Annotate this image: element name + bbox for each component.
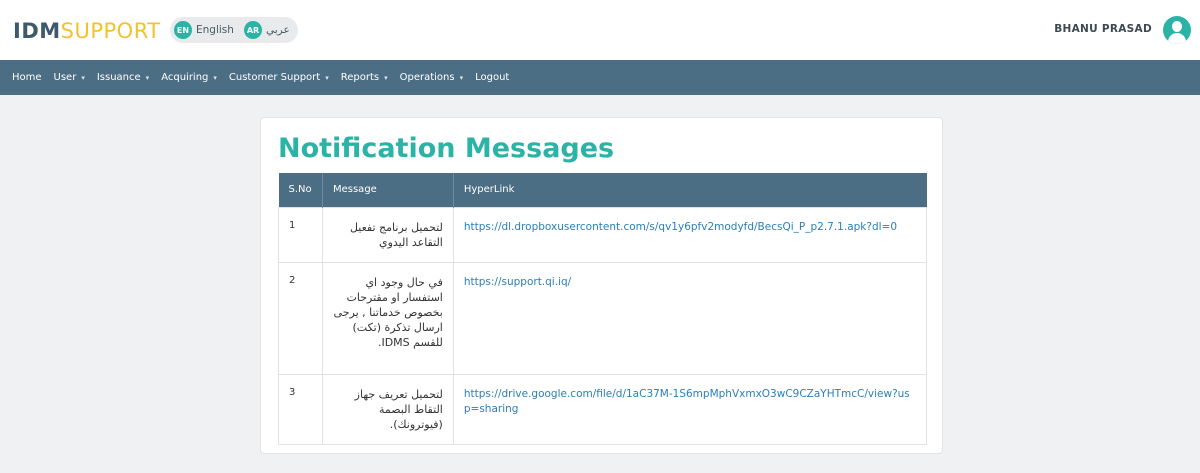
cell-hyperlink: https://support.qi.iq/ — [452, 261, 928, 375]
arabic-label: عربي — [266, 24, 290, 36]
chevron-down-icon: ▾ — [213, 73, 217, 82]
nav-item-operations[interactable]: Operations ▾ — [400, 72, 464, 83]
en-badge: EN — [174, 21, 192, 39]
column-header-sno[interactable]: S.No — [278, 173, 323, 207]
avatar-head — [1172, 21, 1182, 32]
hyperlink[interactable]: https://drive.google.com/file/d/1aC37M-1… — [464, 388, 910, 415]
logo-bold-text: IDM — [13, 19, 61, 43]
ar-badge: AR — [244, 21, 262, 39]
chevron-down-icon: ▾ — [145, 73, 150, 82]
avatar-body — [1168, 33, 1186, 44]
table-row: 1 لتحميل برنامج تفعيل التقاعد اليدوي htt… — [278, 206, 928, 263]
hyperlink[interactable]: https://dl.dropboxusercontent.com/s/qv1y… — [464, 221, 897, 233]
chevron-down-icon: ▾ — [325, 73, 329, 82]
language-option-english[interactable]: EN English — [174, 20, 234, 40]
nav-item-home[interactable]: Home — [12, 72, 42, 83]
chevron-down-icon: ▾ — [81, 73, 85, 82]
nav-item-customer-support[interactable]: Customer Support ▾ — [229, 72, 329, 83]
nav-item-user[interactable]: User ▾ — [54, 72, 85, 83]
nav-item-label: Acquiring — [161, 72, 209, 83]
cell-sno: 3 — [278, 373, 323, 445]
column-header-hyperlink[interactable]: HyperLink — [453, 173, 927, 207]
language-option-arabic[interactable]: AR عربي — [244, 20, 290, 40]
table-header-row: S.No Message HyperLink — [278, 173, 927, 207]
language-switcher: EN English AR عربي — [170, 17, 298, 43]
cell-sno: 2 — [278, 261, 323, 375]
nav-item-label: Issuance — [96, 72, 141, 83]
chevron-down-icon: ▾ — [459, 73, 464, 82]
app-logo[interactable]: IDMSUPPORT — [13, 19, 161, 43]
chevron-down-icon: ▾ — [384, 73, 388, 82]
cell-message: في حال وجود اي استفسار او مقترحات بخصوص … — [321, 261, 454, 375]
column-header-message[interactable]: Message — [322, 173, 454, 207]
cell-hyperlink: https://dl.dropboxusercontent.com/s/qv1y… — [452, 206, 928, 263]
english-label: English — [196, 24, 234, 36]
top-header: IDMSUPPORT EN English AR عربي BHANU PRAS… — [0, 0, 1200, 60]
nav-item-label: Operations — [399, 72, 455, 83]
hyperlink[interactable]: https://support.qi.iq/ — [464, 276, 571, 288]
logo-light-text: SUPPORT — [60, 19, 161, 43]
main-nav: Home User ▾ Issuance ▾ Acquiring ▾ Customer Sup… — [0, 60, 1200, 95]
cell-message: لتحميل تعريف جهاز التقاط البصمة (فيوترون… — [321, 373, 454, 445]
table-row: 2 في حال وجود اي استفسار او مقترحات بخصو… — [278, 261, 928, 375]
user-avatar-icon[interactable] — [1163, 16, 1191, 44]
user-name[interactable]: BHANU PRASAD — [1054, 23, 1152, 35]
nav-item-reports[interactable]: Reports ▾ — [341, 72, 388, 83]
nav-item-logout[interactable]: Logout — [475, 72, 509, 83]
nav-item-acquiring[interactable]: Acquiring ▾ — [161, 72, 217, 83]
nav-item-label: Reports — [340, 72, 380, 83]
cell-hyperlink: https://drive.google.com/file/d/1aC37M-1… — [452, 373, 928, 445]
cell-sno: 1 — [278, 206, 323, 263]
notifications-table: S.No Message HyperLink 1 لتحميل برنامج ت… — [278, 173, 928, 445]
nav-item-label: Customer Support — [228, 72, 321, 83]
table-row: 3 لتحميل تعريف جهاز التقاط البصمة (فيوتر… — [278, 373, 928, 445]
nav-item-label: User — [53, 72, 77, 83]
notification-card: Notification Messages S.No Message Hyper… — [260, 117, 943, 454]
nav-item-issuance[interactable]: Issuance ▾ — [97, 72, 149, 83]
cell-message: لتحميل برنامج تفعيل التقاعد اليدوي — [321, 206, 454, 263]
nav-item-label: Home — [12, 72, 42, 83]
page-title: Notification Messages — [278, 133, 615, 164]
nav-item-label: Logout — [475, 72, 510, 83]
